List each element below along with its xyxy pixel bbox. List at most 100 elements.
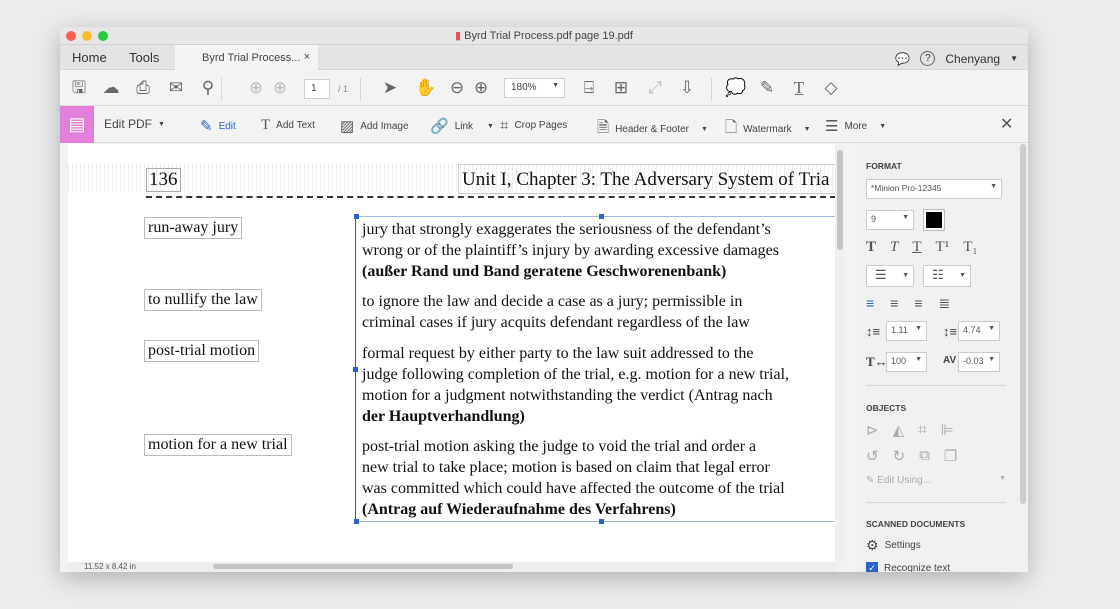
term[interactable]: post-trial motion	[144, 340, 260, 362]
align-left-icon[interactable]: ≡	[866, 295, 874, 312]
paragraph-spacing-select[interactable]: 4.74 ▼	[958, 321, 1000, 341]
list-icon: ☰	[825, 118, 839, 135]
numbered-list-button[interactable]: ☷ ▼	[923, 265, 971, 287]
bold-icon[interactable]: T	[866, 239, 876, 256]
justify-icon[interactable]: ≣	[939, 295, 951, 312]
full-screen-icon[interactable]: ⤢	[645, 79, 665, 97]
fit-page-icon[interactable]: ⊞	[611, 79, 631, 97]
fill-sign-icon[interactable]: ◇	[821, 79, 841, 97]
flip-vertical-icon[interactable]: ⊳	[866, 421, 879, 439]
tab-tools[interactable]: Tools	[129, 50, 159, 65]
edit-pdf-menu[interactable]: Edit PDF ▼	[104, 117, 165, 131]
bullet-list-button[interactable]: ☰ ▼	[866, 265, 914, 287]
chevron-down-icon[interactable]: ▼	[1010, 54, 1018, 63]
zoom-window-button[interactable]	[98, 31, 108, 41]
window-title: Byrd Trial Process.pdf page 19.pdf	[464, 30, 633, 42]
character-spacing-select[interactable]: -0.03 ▼	[958, 352, 1000, 372]
crop-pages-button[interactable]: ⌗ Crop Pages	[500, 117, 567, 134]
horizontal-scale-select[interactable]: 100 ▼	[886, 352, 927, 372]
upload-cloud-icon[interactable]: ☁	[101, 79, 121, 97]
email-icon[interactable]: ✉	[166, 79, 186, 97]
help-icon[interactable]: ?	[920, 51, 936, 66]
crop-image-icon[interactable]: ⌗	[918, 421, 926, 439]
add-text-button[interactable]: T Add Text	[261, 117, 315, 134]
more-button[interactable]: ☰ More ▼	[825, 117, 886, 135]
term[interactable]: to nullify the law	[144, 289, 262, 311]
comments-icon[interactable]: 💬	[895, 52, 910, 66]
panel-scrollbar[interactable]	[1020, 144, 1026, 504]
numbered-list-icon: ☷	[932, 267, 944, 282]
comment-icon[interactable]: 💭	[725, 79, 746, 97]
tab-document[interactable]: Byrd Trial Process... ×	[175, 45, 318, 70]
objects-heading: OBJECTS	[866, 403, 907, 413]
edit-pdf-tool-icon[interactable]: ▤	[60, 106, 94, 143]
align-objects-icon[interactable]: ⊫	[941, 421, 954, 439]
bullet-list-icon: ☰	[875, 267, 887, 282]
superscript-icon[interactable]: T¹	[936, 239, 950, 256]
scroll-mode-icon[interactable]: ⇩	[677, 79, 697, 97]
next-page-icon[interactable]: ⊕	[270, 79, 290, 97]
page-number[interactable]: 136	[146, 168, 181, 192]
hand-icon[interactable]: ✋	[415, 79, 436, 97]
rotate-left-icon[interactable]: ↺	[866, 447, 879, 465]
close-edit-toolbar-icon[interactable]: ✕	[1000, 114, 1013, 134]
header-footer-icon: 🗎	[597, 119, 610, 136]
tab-bar: Home Tools Byrd Trial Process... × 💬 ? Ch…	[60, 45, 1028, 70]
edit-pdf-toolbar: ▤ Edit PDF ▼ ✎ Edit T Add Text ▨ Add Image 🔗…	[60, 106, 1028, 143]
link-button[interactable]: 🔗 Link ▼	[430, 117, 494, 135]
flip-horizontal-icon[interactable]: ◭	[893, 421, 905, 439]
line-spacing-select[interactable]: 1.11 ▼	[886, 321, 927, 341]
tab-home[interactable]: Home	[72, 50, 107, 65]
page-number-input[interactable]: 1	[304, 79, 330, 99]
character-spacing-icon: AV	[943, 355, 957, 366]
zoom-out-icon[interactable]: ⊖	[447, 79, 467, 97]
arrange-icon[interactable]: ❐	[944, 447, 957, 465]
edit-button[interactable]: ✎ Edit	[200, 117, 236, 135]
align-center-icon[interactable]: ≡	[890, 295, 898, 312]
watermark-button[interactable]: 🗋 Watermark ▼	[725, 117, 811, 142]
definition: jury that strongly exaggerates the serio…	[362, 221, 779, 280]
settings-button[interactable]: ⚙ Settings	[866, 537, 921, 554]
italic-icon[interactable]: T	[890, 239, 898, 256]
page-header[interactable]: Unit I, Chapter 3: The Adversary System …	[458, 164, 835, 194]
select-arrow-icon[interactable]: ➤	[380, 79, 400, 97]
zoom-select[interactable]: 180% ▼	[504, 78, 565, 98]
paragraph-spacing-icon: ↕≡	[943, 324, 958, 339]
align-right-icon[interactable]: ≡	[914, 295, 922, 312]
print-icon[interactable]: ⎙	[133, 79, 153, 97]
edit-icon: ✎	[200, 118, 213, 135]
replace-image-icon[interactable]: ⧉	[919, 447, 930, 465]
rotate-right-icon[interactable]: ↻	[893, 447, 906, 465]
term[interactable]: run-away jury	[144, 217, 243, 239]
underline-icon[interactable]: T	[912, 239, 921, 256]
search-icon[interactable]: ⚲	[198, 79, 218, 97]
title-bar: ▮ Byrd Trial Process.pdf page 19.pdf	[60, 27, 1028, 45]
user-name[interactable]: Chenyang	[945, 52, 1000, 66]
image-icon: ▨	[340, 118, 355, 135]
edit-using-menu[interactable]: ✎ Edit Using... ▼	[866, 475, 1006, 486]
font-select[interactable]: *Minion Pro-12345 ▼	[866, 179, 1002, 199]
zoom-in-icon[interactable]: ⊕	[471, 79, 491, 97]
horizontal-scrollbar[interactable]	[213, 564, 513, 569]
font-size-select[interactable]: 9 ▼	[866, 210, 914, 230]
fit-width-icon[interactable]: ⍈	[579, 79, 599, 97]
text-tool-icon[interactable]: T̲	[789, 79, 809, 97]
link-icon: 🔗	[430, 118, 449, 135]
header-rule	[146, 196, 835, 198]
subscript-icon[interactable]: T₁	[963, 239, 977, 256]
save-icon[interactable]: 🖫	[69, 79, 89, 97]
term[interactable]: motion for a new trial	[144, 434, 292, 456]
pdf-page[interactable]: 136 Unit I, Chapter 3: The Adversary Sys…	[68, 144, 835, 566]
vertical-scrollbar[interactable]	[835, 144, 845, 566]
add-image-button[interactable]: ▨ Add Image	[340, 117, 409, 135]
definition: to ignore the law and decide a case as a…	[362, 293, 750, 331]
recognize-text-checkbox[interactable]: ✓ Recognize text	[866, 562, 950, 572]
highlight-pen-icon[interactable]: ✎	[757, 79, 777, 97]
header-footer-button[interactable]: 🗎 Header & Footer ▼	[597, 117, 708, 142]
text-color-swatch[interactable]	[923, 209, 945, 231]
definitions-text-box[interactable]: jury that strongly exaggerates the serio…	[353, 214, 835, 524]
close-window-button[interactable]	[66, 31, 76, 41]
minimize-window-button[interactable]	[82, 31, 92, 41]
previous-page-icon[interactable]: ⊕	[246, 79, 266, 97]
close-tab-icon[interactable]: ×	[304, 51, 310, 63]
